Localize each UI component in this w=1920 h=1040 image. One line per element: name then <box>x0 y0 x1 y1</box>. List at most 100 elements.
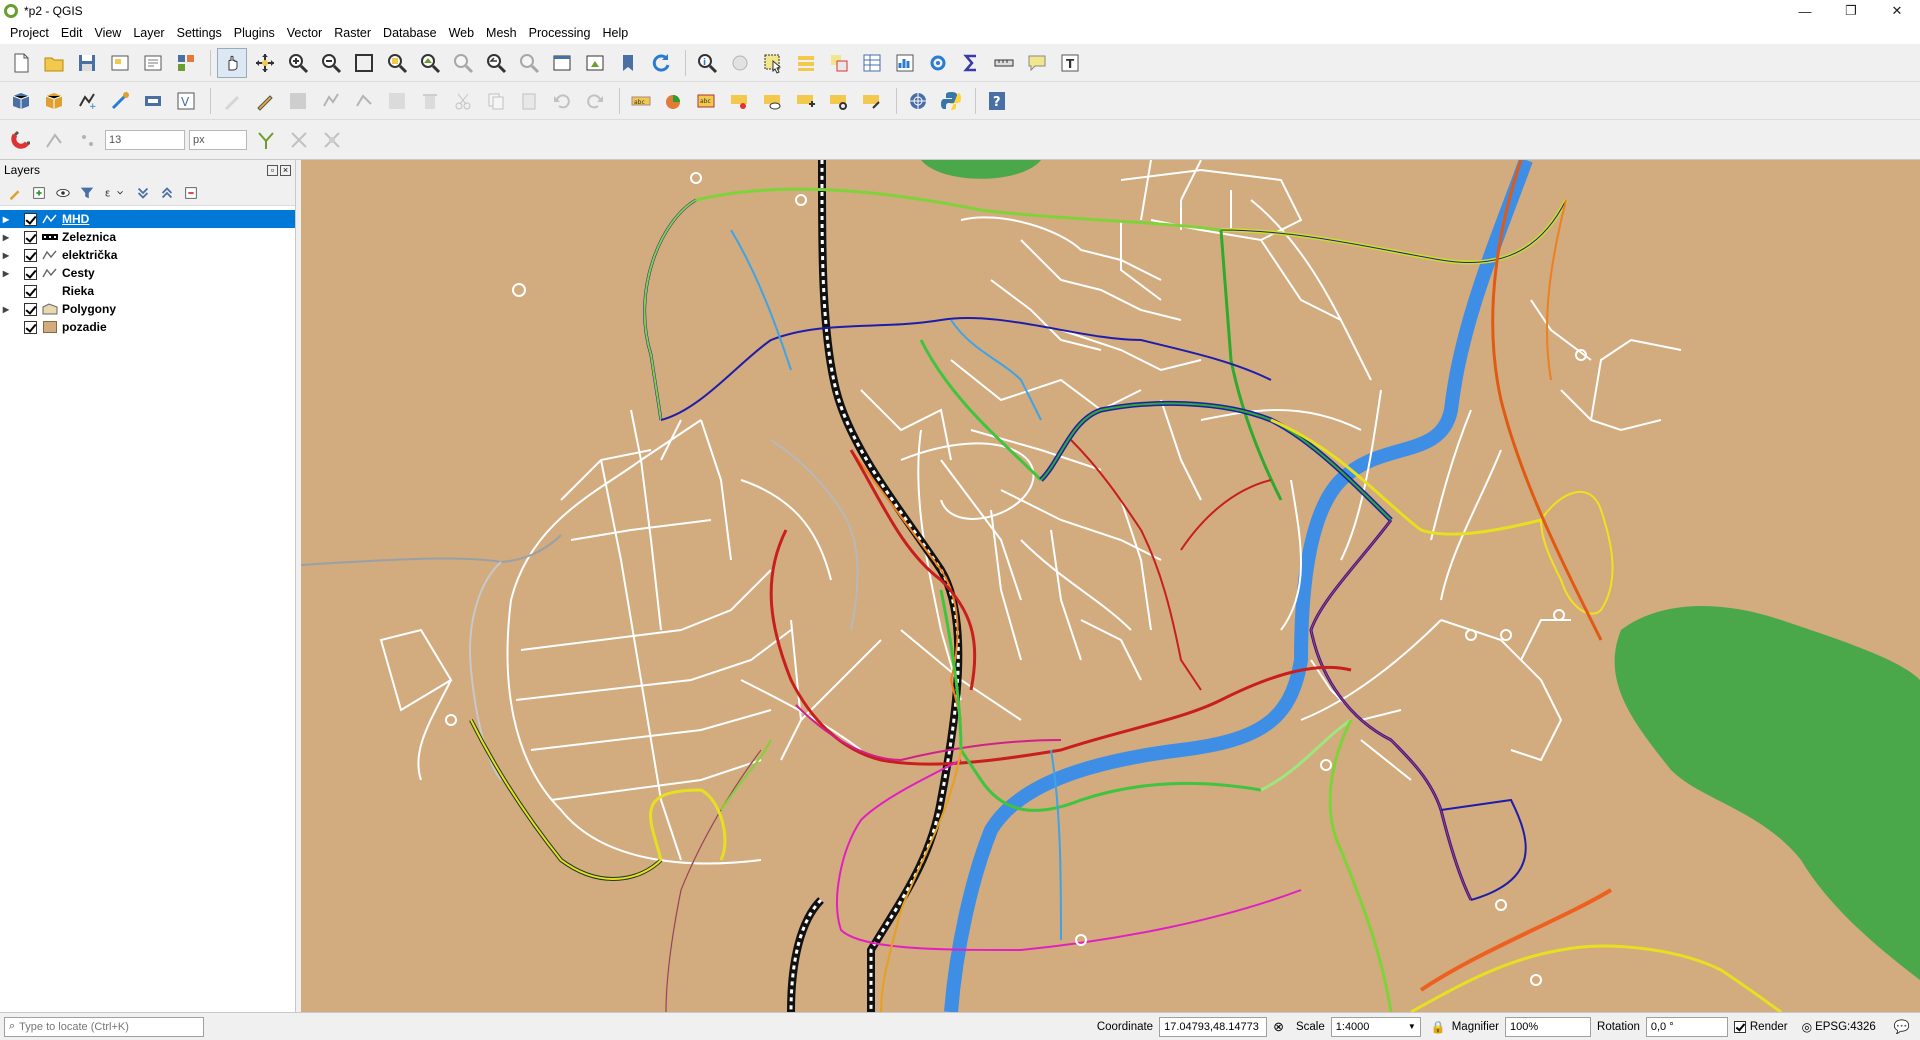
remove-layer-icon[interactable] <box>182 184 200 202</box>
deselect-all-icon[interactable] <box>824 48 854 78</box>
refresh-icon[interactable] <box>646 48 676 78</box>
new-3d-map-view-icon[interactable] <box>580 48 610 78</box>
menu-web[interactable]: Web <box>443 22 480 44</box>
label-toolbar-icon[interactable]: abc <box>626 86 656 116</box>
layer-visibility-checkbox[interactable] <box>24 266 37 280</box>
new-virtual-layer-icon[interactable]: V <box>171 86 201 116</box>
crs-globe-icon[interactable]: ◎ <box>1802 1020 1812 1034</box>
messages-icon[interactable]: 💬 <box>1894 1019 1910 1035</box>
open-layer-styling-icon[interactable] <box>6 184 24 202</box>
expand-arrow-icon[interactable]: ▶ <box>0 215 12 224</box>
enable-snapping-icon[interactable] <box>6 125 36 155</box>
layer-row-polygony[interactable]: ▶ Polygony <box>0 300 295 318</box>
select-by-value-icon[interactable] <box>791 48 821 78</box>
new-bookmark-icon[interactable] <box>613 48 643 78</box>
toolbox-icon[interactable] <box>923 48 953 78</box>
sum-icon[interactable] <box>956 48 986 78</box>
topological-editing-icon[interactable] <box>251 125 281 155</box>
menu-plugins[interactable]: Plugins <box>228 22 281 44</box>
show-hide-labels-icon[interactable] <box>758 86 788 116</box>
minimize-button[interactable]: — <box>1782 0 1828 22</box>
layer-row-elektricka[interactable]: ▶ električka <box>0 246 295 264</box>
highlight-pinned-labels-icon[interactable]: abc <box>692 86 722 116</box>
close-button[interactable]: ✕ <box>1874 0 1920 22</box>
map-canvas[interactable] <box>301 160 1920 1012</box>
layer-row-rieka[interactable]: Rieka <box>0 282 295 300</box>
zoom-to-selection-icon[interactable] <box>382 48 412 78</box>
metasearch-icon[interactable] <box>903 86 933 116</box>
snapping-tolerance-input[interactable]: 13 <box>105 129 185 150</box>
map-tips-icon[interactable] <box>1022 48 1052 78</box>
zoom-to-layer-icon[interactable] <box>415 48 445 78</box>
zoom-in-icon[interactable] <box>283 48 313 78</box>
close-panel-icon[interactable]: × <box>280 164 291 176</box>
menu-raster[interactable]: Raster <box>328 22 377 44</box>
layer-visibility-checkbox[interactable] <box>24 212 37 226</box>
undock-panel-icon[interactable]: ▫ <box>267 164 278 176</box>
layer-visibility-checkbox[interactable] <box>24 284 37 298</box>
save-project-icon[interactable] <box>72 48 102 78</box>
menu-project[interactable]: Project <box>4 22 55 44</box>
menu-layer[interactable]: Layer <box>127 22 170 44</box>
move-label-icon[interactable] <box>791 86 821 116</box>
magnifier-spinbox[interactable]: 100% <box>1505 1016 1592 1037</box>
expand-all-icon[interactable] <box>134 184 152 202</box>
new-project-icon[interactable] <box>6 48 36 78</box>
diagram-options-icon[interactable] <box>659 86 689 116</box>
snapping-units-select[interactable]: px <box>189 129 247 150</box>
zoom-out-icon[interactable] <box>316 48 346 78</box>
pan-map-icon[interactable] <box>217 47 247 78</box>
expand-arrow-icon[interactable]: ▶ <box>0 251 12 260</box>
layer-visibility-checkbox[interactable] <box>24 248 37 262</box>
new-temporary-layer-icon[interactable] <box>138 86 168 116</box>
layer-row-mhd[interactable]: ▶ MHD <box>0 210 295 228</box>
filter-by-expression-icon[interactable]: ε <box>102 184 128 202</box>
menu-processing[interactable]: Processing <box>523 22 597 44</box>
scale-combobox[interactable]: 1:4000 ▼ <box>1330 1016 1421 1037</box>
expand-arrow-icon[interactable]: ▶ <box>0 269 12 278</box>
new-geopackage-layer-icon[interactable] <box>39 86 69 116</box>
new-shapefile-layer-icon[interactable]: + <box>72 86 102 116</box>
python-console-icon[interactable] <box>936 86 966 116</box>
layer-row-cesty[interactable]: ▶ Cesty <box>0 264 295 282</box>
render-checkbox[interactable] <box>1733 1020 1746 1033</box>
open-project-icon[interactable] <box>39 48 69 78</box>
identify-features-icon[interactable]: i <box>692 48 722 78</box>
layer-visibility-checkbox[interactable] <box>24 320 37 334</box>
lock-scale-icon[interactable]: 🔒 <box>1431 1020 1446 1034</box>
zoom-full-icon[interactable] <box>349 48 379 78</box>
layout-manager-icon[interactable] <box>138 48 168 78</box>
menu-view[interactable]: View <box>88 22 127 44</box>
zoom-last-icon[interactable] <box>481 48 511 78</box>
style-manager-icon[interactable] <box>171 48 201 78</box>
menu-settings[interactable]: Settings <box>171 22 228 44</box>
new-print-layout-icon[interactable] <box>105 48 135 78</box>
layer-row-zeleznica[interactable]: ▶ Zeleznica <box>0 228 295 246</box>
menu-vector[interactable]: Vector <box>281 22 328 44</box>
crs-button[interactable]: EPSG:4326 <box>1815 1021 1876 1033</box>
new-spatialite-layer-icon[interactable] <box>105 86 135 116</box>
collapse-all-icon[interactable] <box>158 184 176 202</box>
add-group-icon[interactable] <box>30 184 48 202</box>
toggle-extents-icon[interactable]: ⊗ <box>1273 1019 1284 1035</box>
restore-button[interactable]: ❐ <box>1828 0 1874 22</box>
menu-database[interactable]: Database <box>377 22 443 44</box>
menu-edit[interactable]: Edit <box>55 22 89 44</box>
menu-mesh[interactable]: Mesh <box>480 22 523 44</box>
layer-visibility-checkbox[interactable] <box>24 302 37 316</box>
rotate-label-icon[interactable] <box>824 86 854 116</box>
data-source-manager-icon[interactable] <box>6 86 36 116</box>
new-map-view-icon[interactable] <box>547 48 577 78</box>
text-annotation-icon[interactable]: T <box>1055 48 1085 78</box>
help-contents-icon[interactable]: ? <box>982 86 1012 116</box>
coordinate-input[interactable]: 17.04793,48.14773 <box>1159 1016 1268 1037</box>
pin-labels-icon[interactable] <box>725 86 755 116</box>
filter-legend-icon[interactable] <box>78 184 96 202</box>
manage-map-themes-icon[interactable] <box>54 184 72 202</box>
expand-arrow-icon[interactable]: ▶ <box>0 305 12 314</box>
expand-arrow-icon[interactable]: ▶ <box>0 233 12 242</box>
select-features-icon[interactable] <box>758 48 788 78</box>
locator-search-input[interactable]: ⌕ Type to locate (Ctrl+K) <box>4 1016 204 1037</box>
rotation-spinbox[interactable]: 0,0 ° <box>1645 1016 1728 1037</box>
change-label-icon[interactable] <box>857 86 887 116</box>
